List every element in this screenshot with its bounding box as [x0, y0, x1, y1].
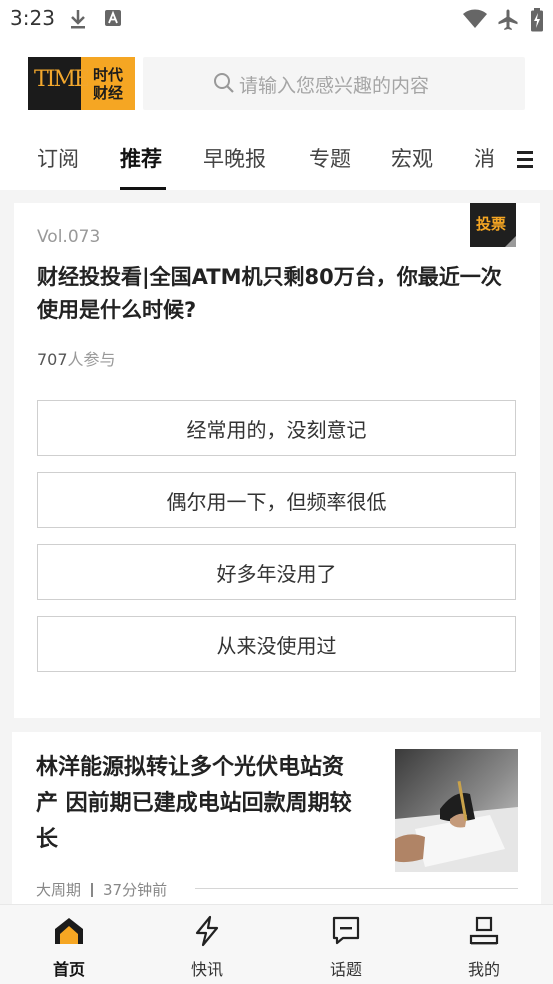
topic-icon: [330, 915, 362, 947]
vote-badge-label: 投票: [476, 215, 507, 233]
tab-macro[interactable]: 宏观: [391, 143, 433, 173]
meta-divider-line: [195, 888, 518, 889]
time-finance-logo[interactable]: TIME 时代 财经: [28, 57, 135, 110]
category-tabs: 订阅 推荐 早晚报 专题 宏观 消: [0, 140, 553, 190]
logo-text-line2: 财经: [92, 83, 123, 102]
poll-option-3[interactable]: 好多年没用了: [37, 544, 516, 600]
airplane-mode-icon: [496, 8, 520, 36]
nav-profile-label: 我的: [467, 960, 500, 979]
meta-separator: [91, 883, 94, 897]
vote-badge: 投票: [470, 203, 516, 247]
poll-title[interactable]: 财经投投看|全国ATM机只剩80万台，你最近一次使用是什么时候?: [37, 261, 517, 327]
poll-participants: 707人参与: [37, 346, 116, 370]
search-icon: [213, 72, 235, 98]
search-placeholder: 请输入您感兴趣的内容: [239, 75, 430, 97]
nav-topics[interactable]: 话题: [306, 905, 386, 984]
status-time: 3:23: [10, 6, 55, 30]
tab-consumer[interactable]: 消: [474, 143, 495, 173]
tab-recommended[interactable]: 推荐: [120, 143, 162, 173]
nav-profile[interactable]: 我的: [444, 905, 524, 984]
active-tab-indicator: [120, 187, 166, 190]
app-notification-icon: [104, 8, 122, 32]
logo-wordmark: 时代 财经: [81, 57, 135, 110]
menu-icon[interactable]: [516, 148, 534, 174]
logo-text-en: TIME: [34, 67, 90, 92]
logo-mark: TIME: [28, 57, 90, 110]
app-header: TIME 时代 财经 请输入您感兴趣的内容 订阅 推荐 早晚报 专题 宏观 消: [0, 40, 553, 190]
wifi-icon: [462, 8, 488, 34]
poll-option-2[interactable]: 偶尔用一下，但频率很低: [37, 472, 516, 528]
participants-count: 707: [37, 350, 68, 369]
battery-charging-icon: [530, 8, 544, 36]
bottom-navigation: 首页 快讯 话题 我的: [0, 904, 553, 984]
badge-fold-corner: [505, 236, 516, 247]
nav-home[interactable]: 首页: [29, 905, 109, 984]
download-icon: [68, 8, 88, 34]
search-bar[interactable]: 请输入您感兴趣的内容: [143, 57, 525, 110]
article-card[interactable]: 林洋能源拟转让多个光伏电站资产 因前期已建成电站回款周期较长 大周期 37分钟前: [12, 732, 541, 912]
article-thumbnail[interactable]: [395, 749, 518, 872]
article-source: 大周期: [36, 881, 82, 899]
tab-special-topics[interactable]: 专题: [309, 143, 351, 173]
poll-option-1[interactable]: 经常用的，没刻意记: [37, 400, 516, 456]
poll-card: Vol.073 投票 财经投投看|全国ATM机只剩80万台，你最近一次使用是什么…: [14, 203, 540, 718]
poll-volume: Vol.073: [37, 227, 101, 247]
status-bar: 3:23: [0, 0, 553, 40]
nav-flash-news[interactable]: 快讯: [167, 905, 247, 984]
nav-home-label: 首页: [52, 960, 85, 979]
nav-topics-label: 话题: [329, 960, 362, 979]
participants-suffix: 人参与: [67, 350, 116, 369]
logo-text-line1: 时代: [92, 65, 123, 84]
lightning-icon: [191, 915, 223, 947]
home-icon: [53, 915, 85, 947]
article-meta: 大周期 37分钟前: [36, 879, 167, 900]
article-title[interactable]: 林洋能源拟转让多个光伏电站资产 因前期已建成电站回款周期较长: [36, 750, 356, 858]
nav-flash-news-label: 快讯: [190, 960, 223, 979]
tab-morning-evening-report[interactable]: 早晚报: [203, 143, 266, 173]
poll-option-4[interactable]: 从来没使用过: [37, 616, 516, 672]
profile-icon: [468, 915, 500, 947]
article-time: 37分钟前: [103, 881, 168, 899]
tab-subscribe[interactable]: 订阅: [37, 143, 79, 173]
